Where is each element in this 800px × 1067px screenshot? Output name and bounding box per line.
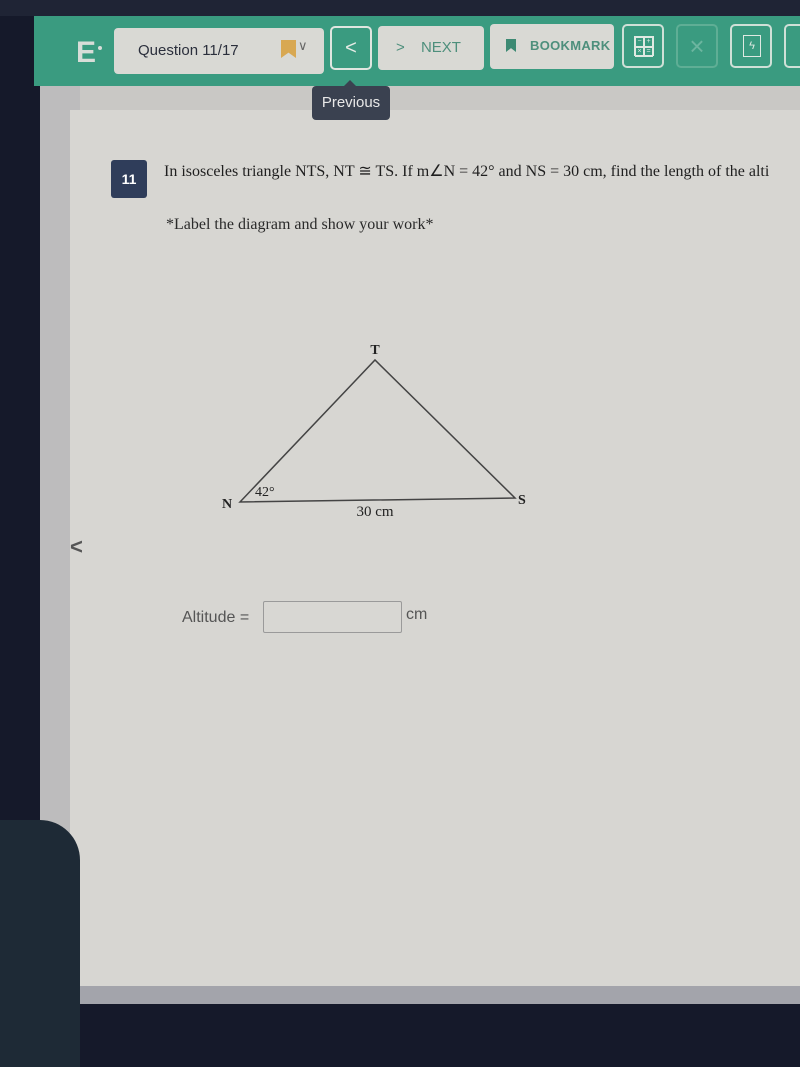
footer-bar — [40, 986, 800, 1004]
vertex-label-s: S — [518, 493, 526, 508]
notepad-button[interactable]: ϟ — [730, 24, 772, 68]
foreground-object — [0, 820, 80, 1067]
next-button[interactable]: > NEXT — [378, 26, 484, 70]
base-length-label: 30 cm — [356, 504, 393, 520]
calculator-button[interactable]: − + × = — [622, 24, 664, 68]
bookmark-label: BOOKMARK — [530, 38, 611, 53]
question-number-badge: 11 — [111, 160, 147, 198]
next-label: NEXT — [420, 39, 461, 56]
altitude-label: Altitude = — [182, 609, 250, 626]
close-icon: × — [689, 31, 705, 61]
eliminator-button[interactable]: × — [676, 24, 718, 68]
app-logo: E — [76, 36, 97, 69]
question-instruction: *Label the diagram and show your work* — [166, 216, 434, 233]
notepad-icon: ϟ — [743, 35, 761, 57]
chevron-right-icon: > — [396, 39, 405, 56]
toolbar: E Question 11/17 ∨ < > NEXT BOOKMARK − +… — [34, 16, 800, 86]
browser-top-strip — [0, 0, 800, 16]
question-page — [70, 110, 800, 990]
logo-dot — [98, 46, 102, 50]
vertex-label-n: N — [222, 497, 232, 512]
bookmark-icon — [506, 39, 516, 52]
altitude-input[interactable] — [263, 601, 402, 633]
chevron-left-icon: < — [345, 37, 357, 59]
question-text: In isosceles triangle NTS, NT ≅ TS. If m… — [164, 163, 770, 180]
calculator-icon: − + × = — [634, 36, 654, 57]
previous-tooltip: Previous — [312, 80, 390, 120]
vertex-label-t: T — [370, 343, 380, 358]
chevron-down-icon: ∨ — [298, 38, 308, 53]
altitude-unit: cm — [406, 606, 428, 623]
question-selector[interactable]: Question 11/17 ∨ — [114, 28, 324, 74]
triangle-diagram: T N S 42° 30 cm — [222, 343, 526, 520]
triangle-nts — [238, 358, 517, 503]
collapse-chevron-icon[interactable]: < — [70, 534, 83, 560]
question-counter: Question 11/17 — [138, 42, 239, 59]
bookmark-button[interactable]: BOOKMARK — [490, 24, 614, 69]
previous-button[interactable]: < — [330, 26, 372, 70]
more-button[interactable] — [784, 24, 800, 68]
bookmark-flag-icon — [281, 40, 296, 58]
angle-label-n: 42° — [255, 485, 275, 500]
